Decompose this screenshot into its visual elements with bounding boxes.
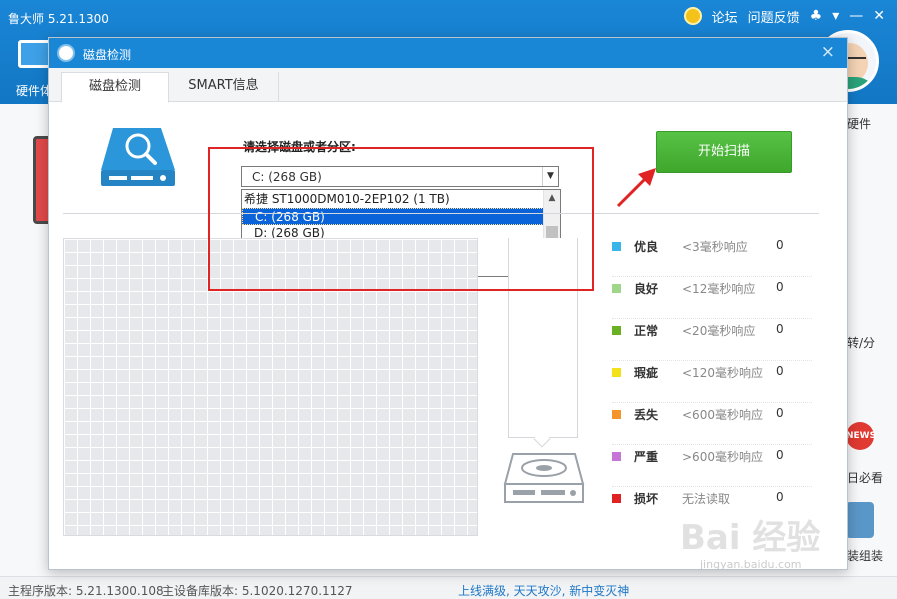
legend-name: 优良 — [634, 240, 659, 254]
legend-count: 0 — [776, 238, 784, 252]
legend-row: 良好 <12毫秒响应 0 — [612, 277, 812, 319]
legend-name: 正常 — [634, 324, 659, 338]
medal-icon[interactable] — [683, 7, 702, 25]
disk-search-icon — [101, 128, 175, 186]
legend-name: 损坏 — [634, 492, 659, 506]
legend-name: 丢失 — [634, 408, 659, 422]
hardware-tab-label: 硬件体 — [16, 84, 53, 98]
legend-swatch — [612, 410, 621, 419]
assemble-icon[interactable] — [846, 502, 874, 538]
annotation-arrow-icon — [616, 168, 656, 208]
legend-row: 严重 >600毫秒响应 0 — [612, 445, 812, 487]
annotation-highlight-box — [208, 147, 594, 291]
app-title: 鲁大师 5.21.1300 — [8, 12, 109, 26]
main-version: 主程序版本: 5.21.1300.108 — [8, 584, 164, 598]
legend-swatch — [612, 284, 621, 293]
legend-desc: <3毫秒响应 — [682, 240, 748, 254]
baidu-watermark: Bai 经验 — [680, 518, 821, 558]
legend-desc: <12毫秒响应 — [682, 282, 756, 296]
slogan-link[interactable]: 上线满级, 天天攻沙, 新中变灭神 — [458, 582, 629, 599]
menu-chevron-icon[interactable]: ▾ — [832, 8, 839, 24]
legend-count: 0 — [776, 490, 784, 504]
legend-name: 良好 — [634, 282, 659, 296]
feedback-link[interactable]: 问题反馈 — [748, 7, 800, 26]
minimize-button[interactable]: — — [849, 8, 863, 24]
legend-desc: <20毫秒响应 — [682, 324, 756, 338]
skin-icon[interactable]: ♣ — [810, 8, 823, 24]
app-logo-icon — [57, 44, 75, 62]
disk-check-dialog: 磁盘检测 × 磁盘检测 SMART信息 请选择磁盘或者分区: C: (268 G… — [48, 37, 848, 570]
legend-count: 0 — [776, 280, 784, 294]
statusbar: 主程序版本: 5.21.1300.108 主设备库版本: 5.1020.1270… — [0, 576, 897, 599]
legend-count: 0 — [776, 406, 784, 420]
right-label-hardware: 硬件 — [847, 117, 872, 131]
news-icon[interactable]: NEWS — [846, 422, 876, 450]
legend-row: 正常 <20毫秒响应 0 — [612, 319, 812, 361]
legend-name: 严重 — [634, 450, 659, 464]
monitor-icon — [18, 40, 52, 68]
legend: 优良 <3毫秒响应 0 良好 <12毫秒响应 0 正常 <20毫秒响应 0 瑕疵… — [612, 235, 812, 529]
legend-row: 瑕疵 <120毫秒响应 0 — [612, 361, 812, 403]
legend-desc: <600毫秒响应 — [682, 408, 763, 422]
legend-name: 瑕疵 — [634, 366, 659, 380]
legend-desc: <120毫秒响应 — [682, 366, 763, 380]
db-version: 主设备库版本: 5.1020.1270.1127 — [162, 584, 353, 598]
legend-desc: 无法读取 — [682, 492, 731, 506]
legend-swatch — [612, 326, 621, 335]
top-actions: 论坛 问题反馈 ♣ ▾ — ✕ — [683, 4, 897, 28]
legend-count: 0 — [776, 364, 784, 378]
dialog-title: 磁盘检测 — [83, 48, 132, 62]
forum-link[interactable]: 论坛 — [712, 7, 738, 26]
legend-swatch — [612, 368, 621, 377]
right-label-rpm: 转/分 — [847, 336, 876, 350]
tab-disk-check[interactable]: 磁盘检测 — [61, 72, 169, 103]
right-label-assemble[interactable]: 装组装 — [847, 547, 883, 564]
tab-bar: 磁盘检测 SMART信息 — [49, 68, 847, 103]
legend-swatch — [612, 494, 621, 503]
legend-count: 0 — [776, 448, 784, 462]
legend-row: 优良 <3毫秒响应 0 — [612, 235, 812, 277]
legend-row: 丢失 <600毫秒响应 0 — [612, 403, 812, 445]
baidu-watermark-url: jingyan.baidu.com — [700, 558, 802, 571]
legend-count: 0 — [776, 322, 784, 336]
dialog-titlebar: 磁盘检测 × — [49, 38, 847, 68]
dialog-close-button[interactable]: × — [821, 41, 835, 63]
legend-swatch — [612, 452, 621, 461]
hard-drive-icon — [503, 453, 585, 503]
legend-desc: >600毫秒响应 — [682, 450, 763, 464]
legend-swatch — [612, 242, 621, 251]
tab-smart-info[interactable]: SMART信息 — [169, 72, 279, 102]
start-scan-button[interactable]: 开始扫描 — [656, 131, 792, 173]
right-label-news[interactable]: 日必看 — [847, 469, 883, 486]
close-app-button[interactable]: ✕ — [873, 8, 885, 24]
